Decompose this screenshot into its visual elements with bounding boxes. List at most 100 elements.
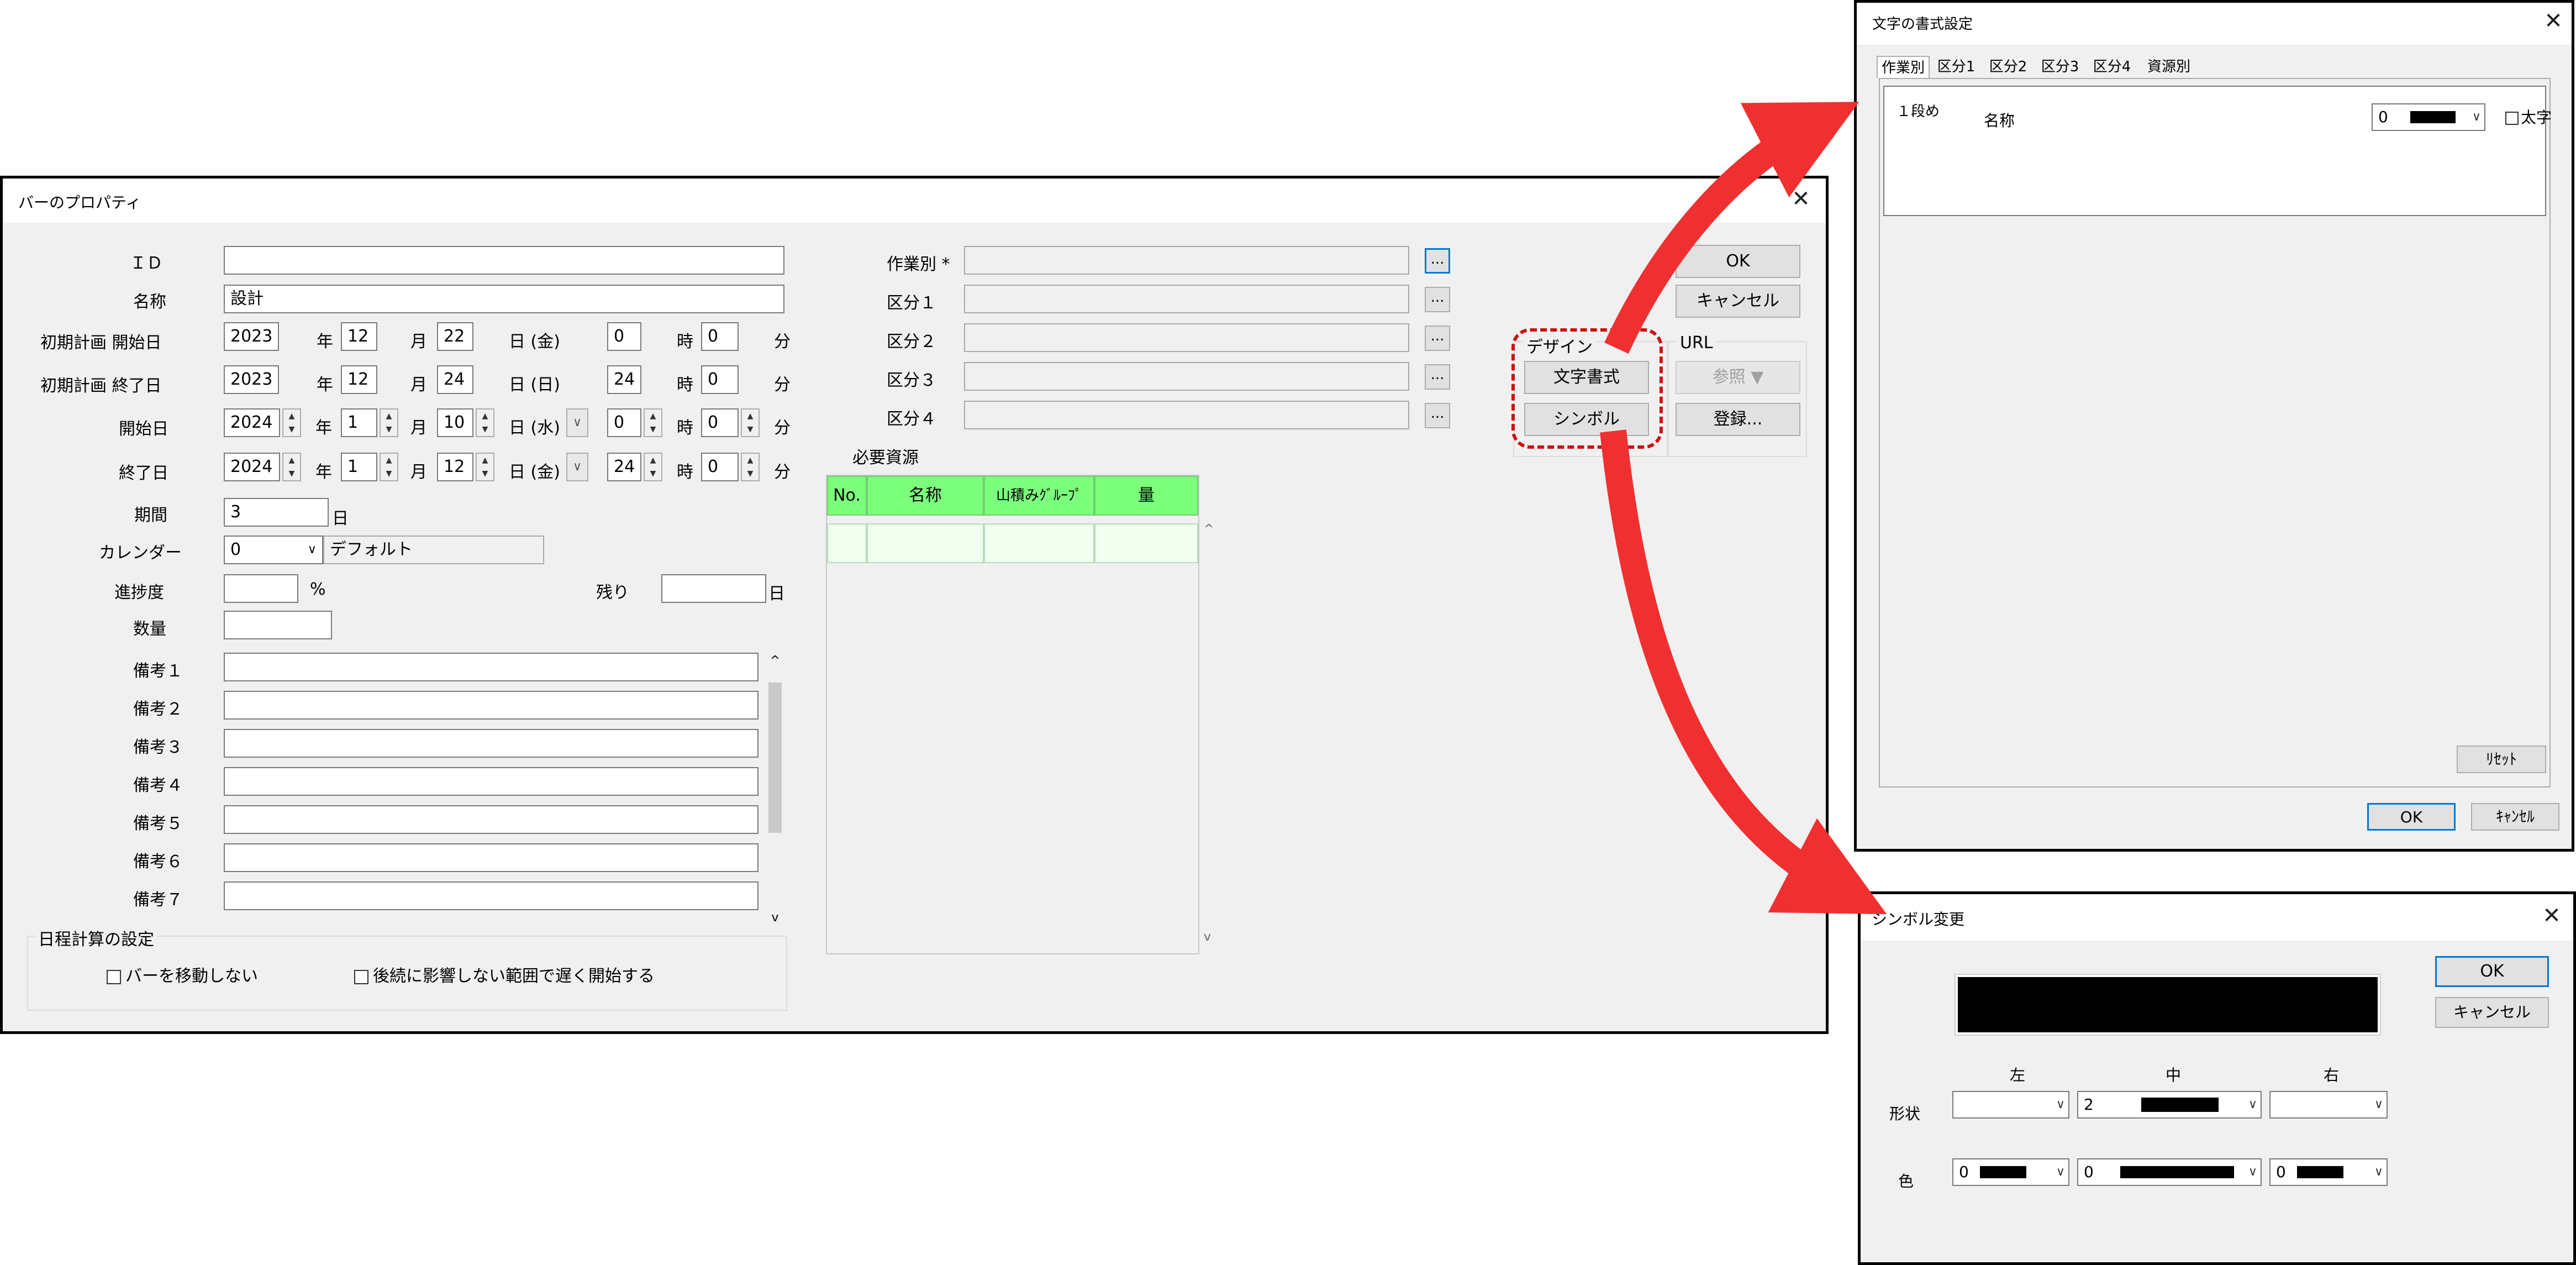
name-field[interactable]: 設計: [224, 285, 784, 313]
resources-cell[interactable]: [1094, 523, 1198, 563]
font-tab[interactable]: 区分4: [2087, 56, 2137, 78]
scroll-down-icon[interactable]: v: [765, 911, 785, 925]
minute-field[interactable]: 0: [701, 453, 739, 481]
spin-up-icon[interactable]: ▲: [283, 410, 300, 423]
note-field[interactable]: [224, 843, 758, 872]
note-field[interactable]: [224, 691, 758, 720]
spinner-buttons[interactable]: ▲ ▼: [741, 408, 760, 437]
resources-cell[interactable]: [827, 523, 867, 563]
spinner-buttons[interactable]: ▲ ▼: [644, 408, 662, 437]
bold-checkbox[interactable]: 太字: [2505, 106, 2552, 128]
spin-down-icon[interactable]: ▼: [742, 423, 758, 436]
notes-scrollbar[interactable]: ^ v: [765, 654, 785, 925]
spin-down-icon[interactable]: ▼: [477, 423, 493, 436]
ellipsis-button[interactable]: ...: [1425, 287, 1450, 312]
ellipsis-button[interactable]: ...: [1425, 403, 1450, 428]
spin-up-icon[interactable]: ▲: [477, 454, 493, 467]
spin-up-icon[interactable]: ▲: [645, 454, 661, 467]
resources-header-qty[interactable]: 量: [1094, 476, 1198, 516]
note-field[interactable]: [224, 653, 758, 681]
symbol-ok-button[interactable]: OK: [2435, 956, 2549, 987]
resources-header-group[interactable]: 山積みｸﾞﾙｰﾌﾟ: [984, 476, 1094, 516]
spin-up-icon[interactable]: ▲: [381, 454, 397, 467]
year-field[interactable]: 2024: [224, 408, 280, 437]
day-field[interactable]: 12: [437, 453, 473, 481]
font-reset-button[interactable]: ﾘｾｯﾄ: [2457, 746, 2546, 773]
shape-right-select[interactable]: ∨: [2269, 1091, 2388, 1119]
symbol-cancel-button[interactable]: キャンセル: [2435, 997, 2549, 1028]
hour-field[interactable]: 0: [607, 408, 641, 437]
scroll-up-icon[interactable]: ^: [765, 654, 785, 668]
spin-up-icon[interactable]: ▲: [283, 454, 300, 467]
bar-dialog-close-button[interactable]: ✕: [1787, 185, 1815, 213]
spinner-buttons[interactable]: ▲ ▼: [282, 453, 301, 481]
minute-field[interactable]: 0: [701, 408, 739, 437]
date-picker-button[interactable]: ∨: [566, 453, 588, 481]
notes-scroll-thumb[interactable]: [768, 683, 782, 833]
month-field[interactable]: 12: [341, 365, 377, 394]
note-field[interactable]: [224, 729, 758, 758]
font-tab[interactable]: 資源別: [2138, 56, 2199, 78]
color-center-select[interactable]: 0 ∨: [2077, 1158, 2262, 1186]
spinner-buttons[interactable]: ▲ ▼: [380, 453, 398, 481]
quantity-field[interactable]: [224, 611, 332, 639]
year-field[interactable]: 2023: [224, 322, 279, 351]
period-field[interactable]: 3: [224, 498, 329, 527]
spinner-buttons[interactable]: ▲ ▼: [476, 408, 494, 437]
shape-left-select[interactable]: ∨: [1952, 1091, 2069, 1119]
note-field[interactable]: [224, 805, 758, 834]
font-tab[interactable]: 区分1: [1931, 56, 1982, 78]
spinner-buttons[interactable]: ▲ ▼: [644, 453, 662, 481]
spinner-buttons[interactable]: ▲ ▼: [380, 408, 398, 437]
spin-up-icon[interactable]: ▲: [742, 410, 758, 423]
resources-header-name[interactable]: 名称: [867, 476, 984, 516]
resources-cell[interactable]: [867, 523, 984, 563]
day-field[interactable]: 10: [437, 408, 473, 437]
minute-field[interactable]: 0: [701, 322, 739, 351]
date-picker-button[interactable]: ∨: [566, 408, 588, 437]
browse-url-button[interactable]: 参照 ▼: [1676, 361, 1800, 394]
color-right-select[interactable]: 0 ∨: [2269, 1158, 2388, 1186]
spinner-buttons[interactable]: ▲ ▼: [282, 408, 301, 437]
year-field[interactable]: 2023: [224, 365, 279, 394]
color-left-select[interactable]: 0 ∨: [1952, 1158, 2069, 1186]
spin-down-icon[interactable]: ▼: [381, 467, 397, 480]
shape-center-select[interactable]: 2 ∨: [2077, 1091, 2262, 1119]
day-field[interactable]: 24: [437, 365, 473, 394]
month-field[interactable]: 1: [341, 453, 377, 481]
font-tab[interactable]: 区分2: [1983, 56, 2034, 78]
spin-up-icon[interactable]: ▲: [645, 410, 661, 423]
resources-scroll-down-icon[interactable]: v: [1204, 930, 1211, 944]
calendar-select[interactable]: 0 ∨: [224, 536, 323, 564]
cancel-button[interactable]: キャンセル: [1676, 285, 1800, 318]
id-field[interactable]: [224, 246, 784, 275]
ellipsis-button[interactable]: ...: [1425, 364, 1450, 390]
hour-field[interactable]: 24: [607, 365, 641, 394]
hour-field[interactable]: 24: [607, 453, 641, 481]
late-start-checkbox[interactable]: 後続に影響しない範囲で遅く開始する: [354, 962, 655, 986]
spinner-buttons[interactable]: ▲ ▼: [476, 453, 494, 481]
ellipsis-button[interactable]: ...: [1425, 248, 1450, 274]
note-field[interactable]: [224, 767, 758, 796]
ok-button[interactable]: OK: [1676, 245, 1800, 278]
spin-down-icon[interactable]: ▼: [645, 467, 661, 480]
font-tab[interactable]: 区分3: [2035, 56, 2085, 78]
checkbox-icon[interactable]: [354, 969, 368, 984]
ellipsis-button[interactable]: ...: [1425, 326, 1450, 351]
font-color-select[interactable]: 0 ∨: [2372, 103, 2485, 131]
progress-field[interactable]: [224, 574, 298, 603]
no-move-checkbox[interactable]: バーを移動しない: [107, 962, 258, 986]
spin-down-icon[interactable]: ▼: [477, 467, 493, 480]
spin-down-icon[interactable]: ▼: [645, 423, 661, 436]
note-field[interactable]: [224, 881, 758, 910]
minute-field[interactable]: 0: [701, 365, 739, 394]
register-url-button[interactable]: 登録...: [1676, 403, 1800, 436]
resources-header-no[interactable]: No.: [827, 476, 867, 516]
spinner-buttons[interactable]: ▲ ▼: [741, 453, 760, 481]
font-cancel-button[interactable]: ｷｬﾝｾﾙ: [2471, 803, 2559, 831]
day-field[interactable]: 22: [437, 322, 473, 351]
spin-down-icon[interactable]: ▼: [283, 467, 300, 480]
resources-cell[interactable]: [984, 523, 1094, 563]
font-dialog-close-button[interactable]: ✕: [2540, 7, 2567, 35]
font-tab[interactable]: 作業別: [1877, 56, 1930, 78]
